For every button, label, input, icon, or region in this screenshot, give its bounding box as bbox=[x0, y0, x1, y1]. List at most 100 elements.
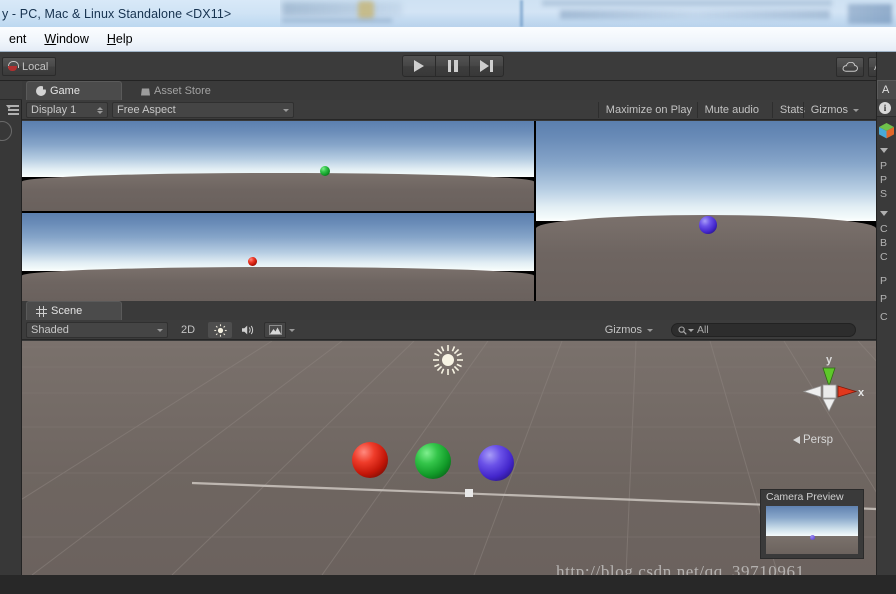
foldout-icon bbox=[880, 148, 888, 153]
display-selector-label: Display 1 bbox=[31, 104, 77, 116]
toggle-audio[interactable] bbox=[236, 322, 260, 338]
axis-cone-y bbox=[822, 367, 836, 388]
inspector-row-4: B bbox=[880, 236, 888, 249]
inspector-panel-sliver: A i P P S C B C P P C bbox=[876, 52, 896, 594]
scene-gizmos-dropdown[interactable]: Gizmos bbox=[598, 322, 660, 338]
display-selector[interactable]: Display 1 bbox=[26, 102, 108, 118]
game-icon bbox=[36, 86, 46, 96]
projection-mode-label[interactable]: Persp bbox=[793, 434, 833, 446]
background-blur-a bbox=[282, 2, 402, 16]
blue-sphere bbox=[699, 216, 717, 234]
game-toolbar: Display 1 Free Aspect Maximize on Play M… bbox=[22, 100, 876, 120]
tab-scene-label: Scene bbox=[51, 305, 83, 317]
viewport-bottom-left bbox=[22, 213, 534, 301]
camera-preview-title: Camera Preview bbox=[766, 491, 844, 503]
axis-cone-neg-y bbox=[822, 398, 836, 412]
chevron-down-icon bbox=[283, 108, 289, 112]
draw-mode-selector[interactable]: Shaded bbox=[26, 322, 168, 338]
window-title-bar: y - PC, Mac & Linux Standalone <DX11> bbox=[0, 0, 280, 27]
aspect-selector-label: Free Aspect bbox=[117, 104, 176, 116]
scene-view-render[interactable] bbox=[22, 341, 876, 575]
tab-asset-store[interactable]: Asset Store bbox=[132, 81, 220, 100]
play-button[interactable] bbox=[402, 55, 436, 77]
axis-cone-x bbox=[837, 385, 858, 398]
prefab-cube-icon bbox=[878, 122, 895, 139]
sun-icon bbox=[433, 345, 463, 375]
bottom-status-strip bbox=[0, 575, 896, 594]
cloud-icon bbox=[842, 62, 858, 72]
pause-icon bbox=[447, 60, 458, 72]
menu-item-edit[interactable]: ent bbox=[0, 27, 35, 51]
gizmos-dropdown[interactable]: Gizmos bbox=[802, 102, 866, 118]
hierarchy-menu-icon[interactable] bbox=[4, 105, 19, 115]
step-icon bbox=[480, 60, 493, 72]
scene-search-value: All bbox=[697, 324, 709, 336]
scene-axis-gizmo[interactable]: y x bbox=[786, 352, 874, 412]
mute-audio-button[interactable]: Mute audio bbox=[696, 102, 766, 118]
viewport-top-left bbox=[22, 121, 534, 211]
menu-item-window-rest: indow bbox=[56, 32, 89, 46]
cloud-button[interactable] bbox=[836, 57, 864, 77]
persp-text: Persp bbox=[803, 434, 834, 446]
info-icon: i bbox=[879, 101, 891, 114]
window-title-text: y - PC, Mac & Linux Standalone <DX11> bbox=[2, 6, 232, 21]
toggle-effects[interactable] bbox=[264, 322, 286, 338]
tab-game[interactable]: Game bbox=[26, 81, 122, 100]
inspector-row-2: S bbox=[880, 187, 888, 200]
scene-toolbar: Shaded 2D Gizmos All bbox=[22, 320, 876, 340]
camera-preview-image bbox=[766, 506, 858, 554]
inspector-row-3: C bbox=[880, 222, 888, 235]
green-sphere[interactable] bbox=[415, 443, 451, 479]
inspector-foldout-component[interactable] bbox=[880, 207, 896, 220]
viewport-sky bbox=[536, 121, 876, 221]
camera-preview-sphere bbox=[810, 534, 816, 540]
unity-editor-window: y - PC, Mac & Linux Standalone <DX11> en… bbox=[0, 0, 896, 594]
maximize-on-play-button[interactable]: Maximize on Play bbox=[597, 102, 699, 118]
background-blur-e bbox=[560, 10, 830, 19]
scene-gizmos-label: Gizmos bbox=[604, 324, 642, 336]
toggle-2d[interactable]: 2D bbox=[174, 322, 202, 338]
scene-search-input[interactable]: All bbox=[671, 323, 856, 337]
menu-bar: ent Window Help bbox=[0, 27, 896, 52]
step-button[interactable] bbox=[470, 55, 504, 77]
viewport-ground bbox=[22, 173, 534, 211]
red-sphere bbox=[248, 257, 257, 266]
inspector-row-1: P bbox=[880, 173, 888, 186]
audio-icon bbox=[242, 325, 254, 335]
scene-grid-icon bbox=[36, 305, 47, 317]
axis-label-x: x bbox=[858, 387, 865, 399]
blue-sphere[interactable] bbox=[478, 445, 514, 481]
asset-store-icon bbox=[141, 88, 150, 96]
background-blur-c bbox=[282, 18, 392, 23]
menu-item-help[interactable]: Help bbox=[98, 27, 142, 51]
editor-toolbar: Local A bbox=[0, 52, 896, 81]
viewport-ground bbox=[22, 267, 534, 301]
aspect-selector[interactable]: Free Aspect bbox=[112, 102, 294, 118]
tab-scene[interactable]: Scene bbox=[26, 301, 122, 320]
pivot-rotation-button[interactable]: Local bbox=[2, 57, 57, 76]
persp-arrow-icon bbox=[793, 436, 800, 444]
directional-light-gizmo[interactable] bbox=[432, 344, 464, 376]
stepper-icon bbox=[97, 106, 103, 114]
inspector-foldout-transform[interactable] bbox=[880, 144, 896, 157]
chevron-down-icon bbox=[289, 328, 295, 332]
hierarchy-create-icon[interactable] bbox=[0, 121, 12, 141]
effects-dropdown[interactable] bbox=[286, 322, 298, 338]
viewport-sky bbox=[22, 121, 534, 177]
scene-tabstrip: Scene bbox=[22, 301, 876, 320]
menu-item-window[interactable]: Window bbox=[35, 27, 97, 51]
axis-center-cube bbox=[822, 384, 837, 399]
inspector-row-7: P bbox=[880, 292, 888, 305]
background-blur-d bbox=[542, 0, 832, 6]
toggle-lighting[interactable] bbox=[208, 322, 232, 338]
red-sphere[interactable] bbox=[352, 442, 388, 478]
draw-mode-label: Shaded bbox=[31, 324, 69, 336]
camera-preview-panel: Camera Preview bbox=[760, 489, 864, 559]
tab-game-label: Game bbox=[50, 85, 80, 97]
tab-inspector[interactable]: A bbox=[877, 80, 896, 99]
pause-button[interactable] bbox=[436, 55, 470, 77]
foldout-icon bbox=[880, 211, 888, 216]
inspector-row-6: P bbox=[880, 274, 888, 287]
search-icon bbox=[678, 325, 694, 335]
game-view-render[interactable] bbox=[22, 121, 876, 301]
